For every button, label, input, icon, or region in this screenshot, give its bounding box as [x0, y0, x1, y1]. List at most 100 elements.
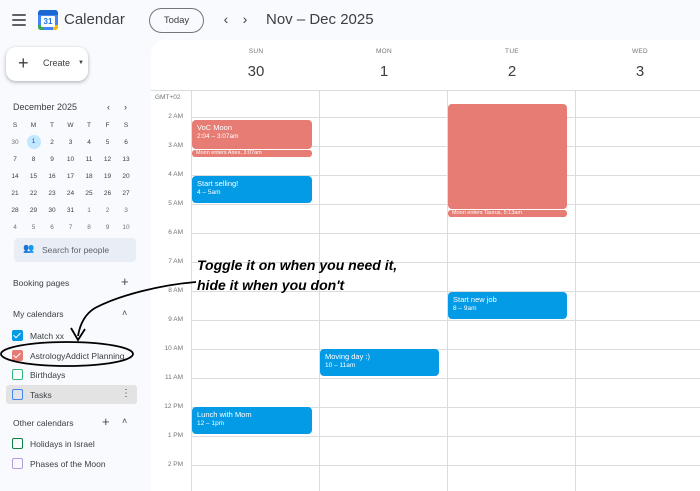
- mini-day[interactable]: 10: [62, 152, 80, 167]
- mini-day[interactable]: 13: [117, 152, 135, 167]
- day-column-divider: [575, 90, 576, 491]
- mini-day[interactable]: 14: [6, 169, 24, 184]
- mini-day[interactable]: 30: [6, 135, 24, 150]
- event-time: 8 – 9am: [453, 305, 477, 312]
- mini-day[interactable]: 9: [43, 152, 61, 167]
- mini-day[interactable]: 5: [99, 135, 117, 150]
- mini-day[interactable]: 24: [62, 186, 80, 201]
- calendar-checkbox[interactable]: [12, 330, 23, 341]
- mini-day[interactable]: 7: [62, 220, 80, 235]
- main-menu-icon[interactable]: [12, 14, 26, 26]
- mini-day[interactable]: 18: [80, 169, 98, 184]
- calendar-checkbox[interactable]: [12, 388, 23, 400]
- event-start-selling[interactable]: Start selling! 4 – 5am: [192, 176, 312, 203]
- mini-day[interactable]: 5: [25, 220, 43, 235]
- calendar-checkbox[interactable]: [12, 369, 23, 380]
- mini-prev-month-icon[interactable]: ‹: [107, 102, 110, 112]
- day-header[interactable]: MON 1: [344, 40, 424, 80]
- mini-day[interactable]: 6: [117, 135, 135, 150]
- calendar-item[interactable]: AstrologyAddict Planning: [6, 346, 137, 365]
- calendar-checkbox[interactable]: [12, 349, 23, 361]
- mini-day[interactable]: 2: [99, 203, 117, 218]
- mini-week-row: 4 5 6 7 8 9 10: [6, 220, 136, 237]
- mini-next-month-icon[interactable]: ›: [124, 102, 127, 112]
- day-number[interactable]: 2: [472, 63, 552, 80]
- mini-day[interactable]: 8: [80, 220, 98, 235]
- mini-day[interactable]: 6: [43, 220, 61, 235]
- collapse-other-calendars-icon[interactable]: ˄: [122, 416, 127, 426]
- mini-day[interactable]: 2: [43, 135, 61, 150]
- calendar-checkbox[interactable]: [12, 457, 23, 469]
- calendar-logo-icon[interactable]: 31: [38, 10, 58, 30]
- mini-day[interactable]: 16: [43, 169, 61, 184]
- mini-day[interactable]: 30: [43, 203, 61, 218]
- hour-label: 1 PM: [167, 432, 183, 439]
- mini-day[interactable]: 26: [99, 186, 117, 201]
- add-booking-page-icon[interactable]: +: [121, 274, 129, 289]
- mini-day[interactable]: 29: [25, 203, 43, 218]
- day-number[interactable]: 1: [344, 63, 424, 80]
- event-lunch-with-mom[interactable]: Lunch with Mom 12 – 1pm: [192, 407, 312, 434]
- mini-day-today[interactable]: 1: [26, 135, 41, 149]
- mini-day[interactable]: 17: [62, 169, 80, 184]
- mini-day[interactable]: 28: [6, 203, 24, 218]
- mini-day[interactable]: 9: [99, 220, 117, 235]
- other-calendars-label[interactable]: Other calendars: [13, 418, 73, 428]
- more-options-icon[interactable]: ⋮: [121, 388, 131, 399]
- add-other-calendar-icon[interactable]: +: [102, 414, 110, 429]
- event-start-new-job[interactable]: Start new job 8 – 9am: [448, 292, 567, 319]
- collapse-my-calendars-icon[interactable]: ˄: [122, 308, 127, 318]
- mini-day[interactable]: 4: [80, 135, 98, 150]
- hour-line: [191, 117, 700, 118]
- hour-label: 9 AM: [168, 316, 183, 323]
- hour-line: [191, 233, 700, 234]
- my-calendars-label[interactable]: My calendars: [13, 309, 64, 319]
- mini-day[interactable]: 21: [6, 186, 24, 201]
- mini-day[interactable]: 1: [80, 203, 98, 218]
- event-moon-enters-aries[interactable]: Moon enters Aries, 3:07am: [192, 150, 312, 157]
- hour-label: 11 AM: [165, 374, 183, 381]
- event-moon-enters-taurus[interactable]: Moon enters Taurus, 5:13am: [448, 210, 567, 217]
- event-voc-moon[interactable]: VoC Moon 2:04 – 3:07am: [192, 120, 312, 149]
- mini-day[interactable]: 7: [6, 152, 24, 167]
- calendar-item[interactable]: Phases of the Moon: [6, 454, 137, 473]
- day-number[interactable]: 3: [600, 63, 680, 80]
- calendar-item[interactable]: Match xx: [6, 326, 137, 345]
- previous-period-icon[interactable]: ‹: [219, 11, 233, 27]
- mini-day[interactable]: 19: [99, 169, 117, 184]
- calendar-item[interactable]: Birthdays: [6, 365, 137, 384]
- mini-day[interactable]: 3: [117, 203, 135, 218]
- day-number[interactable]: 30: [216, 63, 296, 80]
- mini-day[interactable]: 11: [80, 152, 98, 167]
- today-button[interactable]: Today: [149, 8, 204, 33]
- mini-day[interactable]: 10: [117, 220, 135, 235]
- mini-day[interactable]: 12: [99, 152, 117, 167]
- event-tuesday-block[interactable]: [448, 104, 567, 209]
- event-moving-day[interactable]: Moving day :) 10 – 11am: [320, 349, 439, 376]
- mini-day[interactable]: 25: [80, 186, 98, 201]
- calendar-checkbox[interactable]: [12, 438, 23, 449]
- calendar-item[interactable]: Holidays in Israel: [6, 434, 137, 453]
- date-range-title: Nov – Dec 2025: [266, 11, 374, 28]
- mini-day[interactable]: 31: [62, 203, 80, 218]
- create-button[interactable]: + Create ▼: [6, 47, 88, 81]
- mini-weekday: W: [67, 122, 74, 129]
- mini-day[interactable]: 27: [117, 186, 135, 201]
- mini-day[interactable]: 23: [43, 186, 61, 201]
- day-of-week: TUE: [505, 48, 519, 55]
- hour-line: [191, 204, 700, 205]
- calendar-item[interactable]: Tasks ⋮: [6, 384, 137, 404]
- day-header[interactable]: TUE 2: [472, 40, 552, 80]
- next-period-icon[interactable]: ›: [238, 11, 252, 27]
- mini-day[interactable]: 22: [25, 186, 43, 201]
- search-people-input[interactable]: 👥 Search for people: [14, 238, 136, 262]
- grid-line: [151, 90, 700, 91]
- mini-day[interactable]: 8: [25, 152, 43, 167]
- mini-day[interactable]: 15: [25, 169, 43, 184]
- mini-day[interactable]: 20: [117, 169, 135, 184]
- day-header[interactable]: WED 3: [600, 40, 680, 80]
- mini-day[interactable]: 4: [6, 220, 24, 235]
- day-header[interactable]: SUN 30: [216, 40, 296, 80]
- calendar-label: Birthdays: [30, 370, 66, 380]
- mini-day[interactable]: 3: [62, 135, 80, 150]
